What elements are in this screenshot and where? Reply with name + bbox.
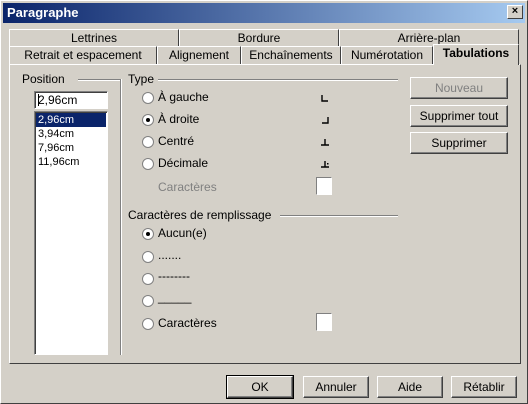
radio-decimale-label: Décimale xyxy=(158,156,209,170)
tab-label: Bordure xyxy=(237,31,281,45)
radio-fill-none[interactable] xyxy=(142,228,154,240)
tab-retrait-espacement[interactable]: Retrait et espacement xyxy=(9,46,157,64)
cancel-button[interactable]: Annuler xyxy=(303,376,369,398)
tab-decimal-icon xyxy=(321,161,329,168)
ok-button[interactable]: OK xyxy=(226,375,294,399)
tab-lettrines[interactable]: Lettrines xyxy=(9,29,179,47)
position-list[interactable]: 2,96cm 3,94cm 7,96cm 11,96cm xyxy=(34,111,108,355)
radio-a-droite[interactable] xyxy=(142,114,154,126)
vertical-separator xyxy=(120,79,122,355)
type-label: Type xyxy=(128,72,159,86)
position-label: Position xyxy=(22,72,69,86)
new-button[interactable]: Nouveau xyxy=(410,77,508,99)
position-separator xyxy=(78,79,122,81)
fill-label: Caractères de remplissage xyxy=(128,208,276,222)
tab-left-icon xyxy=(321,95,328,102)
tab-label: Arrière-plan xyxy=(397,31,461,45)
close-icon: × xyxy=(511,5,519,17)
tab-right-icon xyxy=(322,117,329,124)
tab-label: Numérotation xyxy=(350,48,424,62)
fill-characters-field[interactable] xyxy=(316,313,332,331)
delete-all-button[interactable]: Supprimer tout xyxy=(410,105,508,127)
position-input[interactable]: 2,96cm xyxy=(34,91,108,109)
tab-alignement[interactable]: Alignement xyxy=(157,46,241,64)
type-separator xyxy=(158,79,398,81)
tab-label: Enchaînements xyxy=(249,48,333,62)
reset-button[interactable]: Rétablir xyxy=(451,376,517,398)
radio-fill-dashes-label: -------- xyxy=(158,269,190,283)
tab-numerotation[interactable]: Numérotation xyxy=(341,46,433,64)
radio-fill-dashes[interactable] xyxy=(142,273,154,285)
tab-tabulations[interactable]: Tabulations xyxy=(433,44,519,65)
radio-a-gauche-label: À gauche xyxy=(158,90,209,104)
type-characters-field[interactable] xyxy=(316,177,332,195)
tab-label: Retrait et espacement xyxy=(24,48,142,62)
tab-enchainements[interactable]: Enchaînements xyxy=(241,46,341,64)
tabulations-panel: Position 2,96cm 2,96cm 3,94cm 7,96cm 11,… xyxy=(9,64,521,364)
dialog-title: Paragraphe xyxy=(7,5,79,20)
radio-fill-dots[interactable] xyxy=(142,251,154,263)
radio-centre[interactable] xyxy=(142,136,154,148)
delete-button[interactable]: Supprimer xyxy=(410,132,508,154)
position-input-value: 2,96cm xyxy=(38,93,78,107)
radio-centre-label: Centré xyxy=(158,134,195,148)
radio-fill-dots-label: ....... xyxy=(158,248,182,262)
dialog-window: Paragraphe × Lettrines Bordure Arrière-p… xyxy=(0,0,528,404)
tab-label: Lettrines xyxy=(70,31,118,45)
radio-fill-none-label: Aucun(e) xyxy=(158,226,207,240)
radio-fill-underline[interactable] xyxy=(142,295,154,307)
position-list-item[interactable]: 7,96cm xyxy=(36,141,106,155)
title-bar[interactable]: Paragraphe × xyxy=(3,3,525,23)
fill-separator xyxy=(280,215,398,217)
type-characters-label: Caractères xyxy=(158,180,217,194)
tab-label: Alignement xyxy=(168,48,230,62)
position-list-item[interactable]: 3,94cm xyxy=(36,127,106,141)
radio-a-droite-label: À droite xyxy=(158,112,200,126)
tab-center-icon xyxy=(321,139,329,146)
position-list-item[interactable]: 2,96cm xyxy=(36,113,106,127)
radio-fill-characters-label: Caractères xyxy=(158,316,217,330)
tab-bordure[interactable]: Bordure xyxy=(179,29,339,47)
text-cursor xyxy=(38,94,39,106)
radio-fill-underline-label: _____ xyxy=(158,290,192,304)
radio-decimale[interactable] xyxy=(142,158,154,170)
close-button[interactable]: × xyxy=(507,5,523,19)
tab-label: Tabulations xyxy=(442,46,510,60)
help-button[interactable]: Aide xyxy=(377,376,443,398)
radio-a-gauche[interactable] xyxy=(142,92,154,104)
position-list-item[interactable]: 11,96cm xyxy=(36,155,106,169)
radio-fill-characters[interactable] xyxy=(142,318,154,330)
